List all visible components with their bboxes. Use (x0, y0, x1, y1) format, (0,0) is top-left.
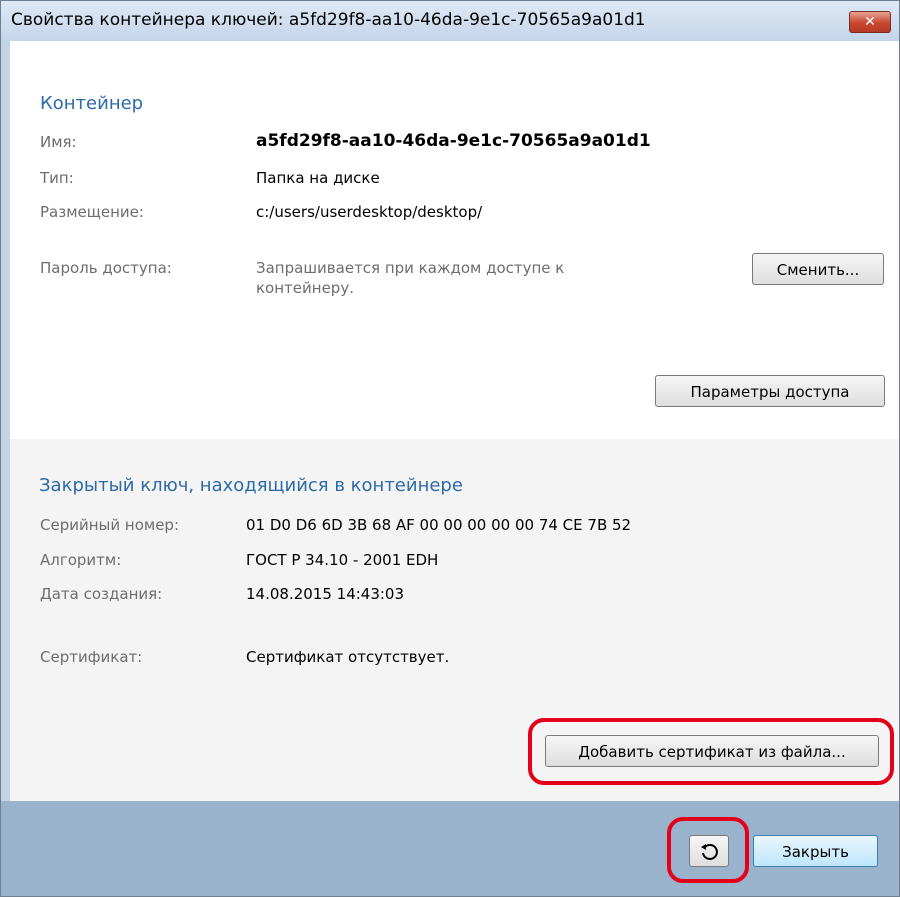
certificate-value: Сертификат отсутствует. (246, 648, 450, 666)
container-section: Контейнер Имя: a5fd29f8-aa10-46da-9e1c-7… (10, 41, 899, 439)
serial-label: Серийный номер: (40, 516, 179, 534)
location-value: c:/users/userdesktop/desktop/ (256, 203, 483, 221)
certificate-label: Сертификат: (40, 648, 143, 666)
name-label: Имя: (40, 133, 77, 151)
password-label: Пароль доступа: (40, 259, 172, 277)
location-label: Размещение: (40, 203, 144, 221)
serial-value: 01 D0 D6 6D 3B 68 AF 00 00 00 00 00 74 C… (246, 516, 632, 534)
dialog-footer: Закрыть (1, 801, 899, 896)
password-value: Запрашивается при каждом доступе к конте… (256, 259, 565, 297)
private-key-heading: Закрытый ключ, находящийся в контейнере (39, 475, 463, 496)
close-window-button[interactable]: ✕ (849, 11, 891, 33)
close-button[interactable]: Закрыть (753, 835, 878, 867)
dialog-window: Свойства контейнера ключей: a5fd29f8-aa1… (0, 0, 900, 897)
add-certificate-highlight (528, 718, 894, 785)
refresh-highlight (667, 817, 749, 883)
close-icon: ✕ (864, 14, 876, 30)
created-label: Дата создания: (40, 585, 163, 603)
algorithm-value: ГОСТ Р 34.10 - 2001 EDH (246, 551, 439, 569)
algorithm-label: Алгоритм: (40, 551, 122, 569)
created-value: 14.08.2015 14:43:03 (246, 585, 405, 603)
access-params-button[interactable]: Параметры доступа (655, 375, 885, 407)
title-bar[interactable]: Свойства контейнера ключей: a5fd29f8-aa1… (1, 1, 899, 41)
change-password-button[interactable]: Сменить... (752, 253, 884, 285)
name-value: a5fd29f8-aa10-46da-9e1c-70565a9a01d1 (256, 131, 651, 151)
type-label: Тип: (40, 169, 74, 187)
type-value: Папка на диске (256, 169, 380, 187)
private-key-section: Закрытый ключ, находящийся в контейнере … (10, 439, 899, 801)
container-heading: Контейнер (40, 93, 144, 114)
window-title: Свойства контейнера ключей: a5fd29f8-aa1… (11, 10, 646, 30)
